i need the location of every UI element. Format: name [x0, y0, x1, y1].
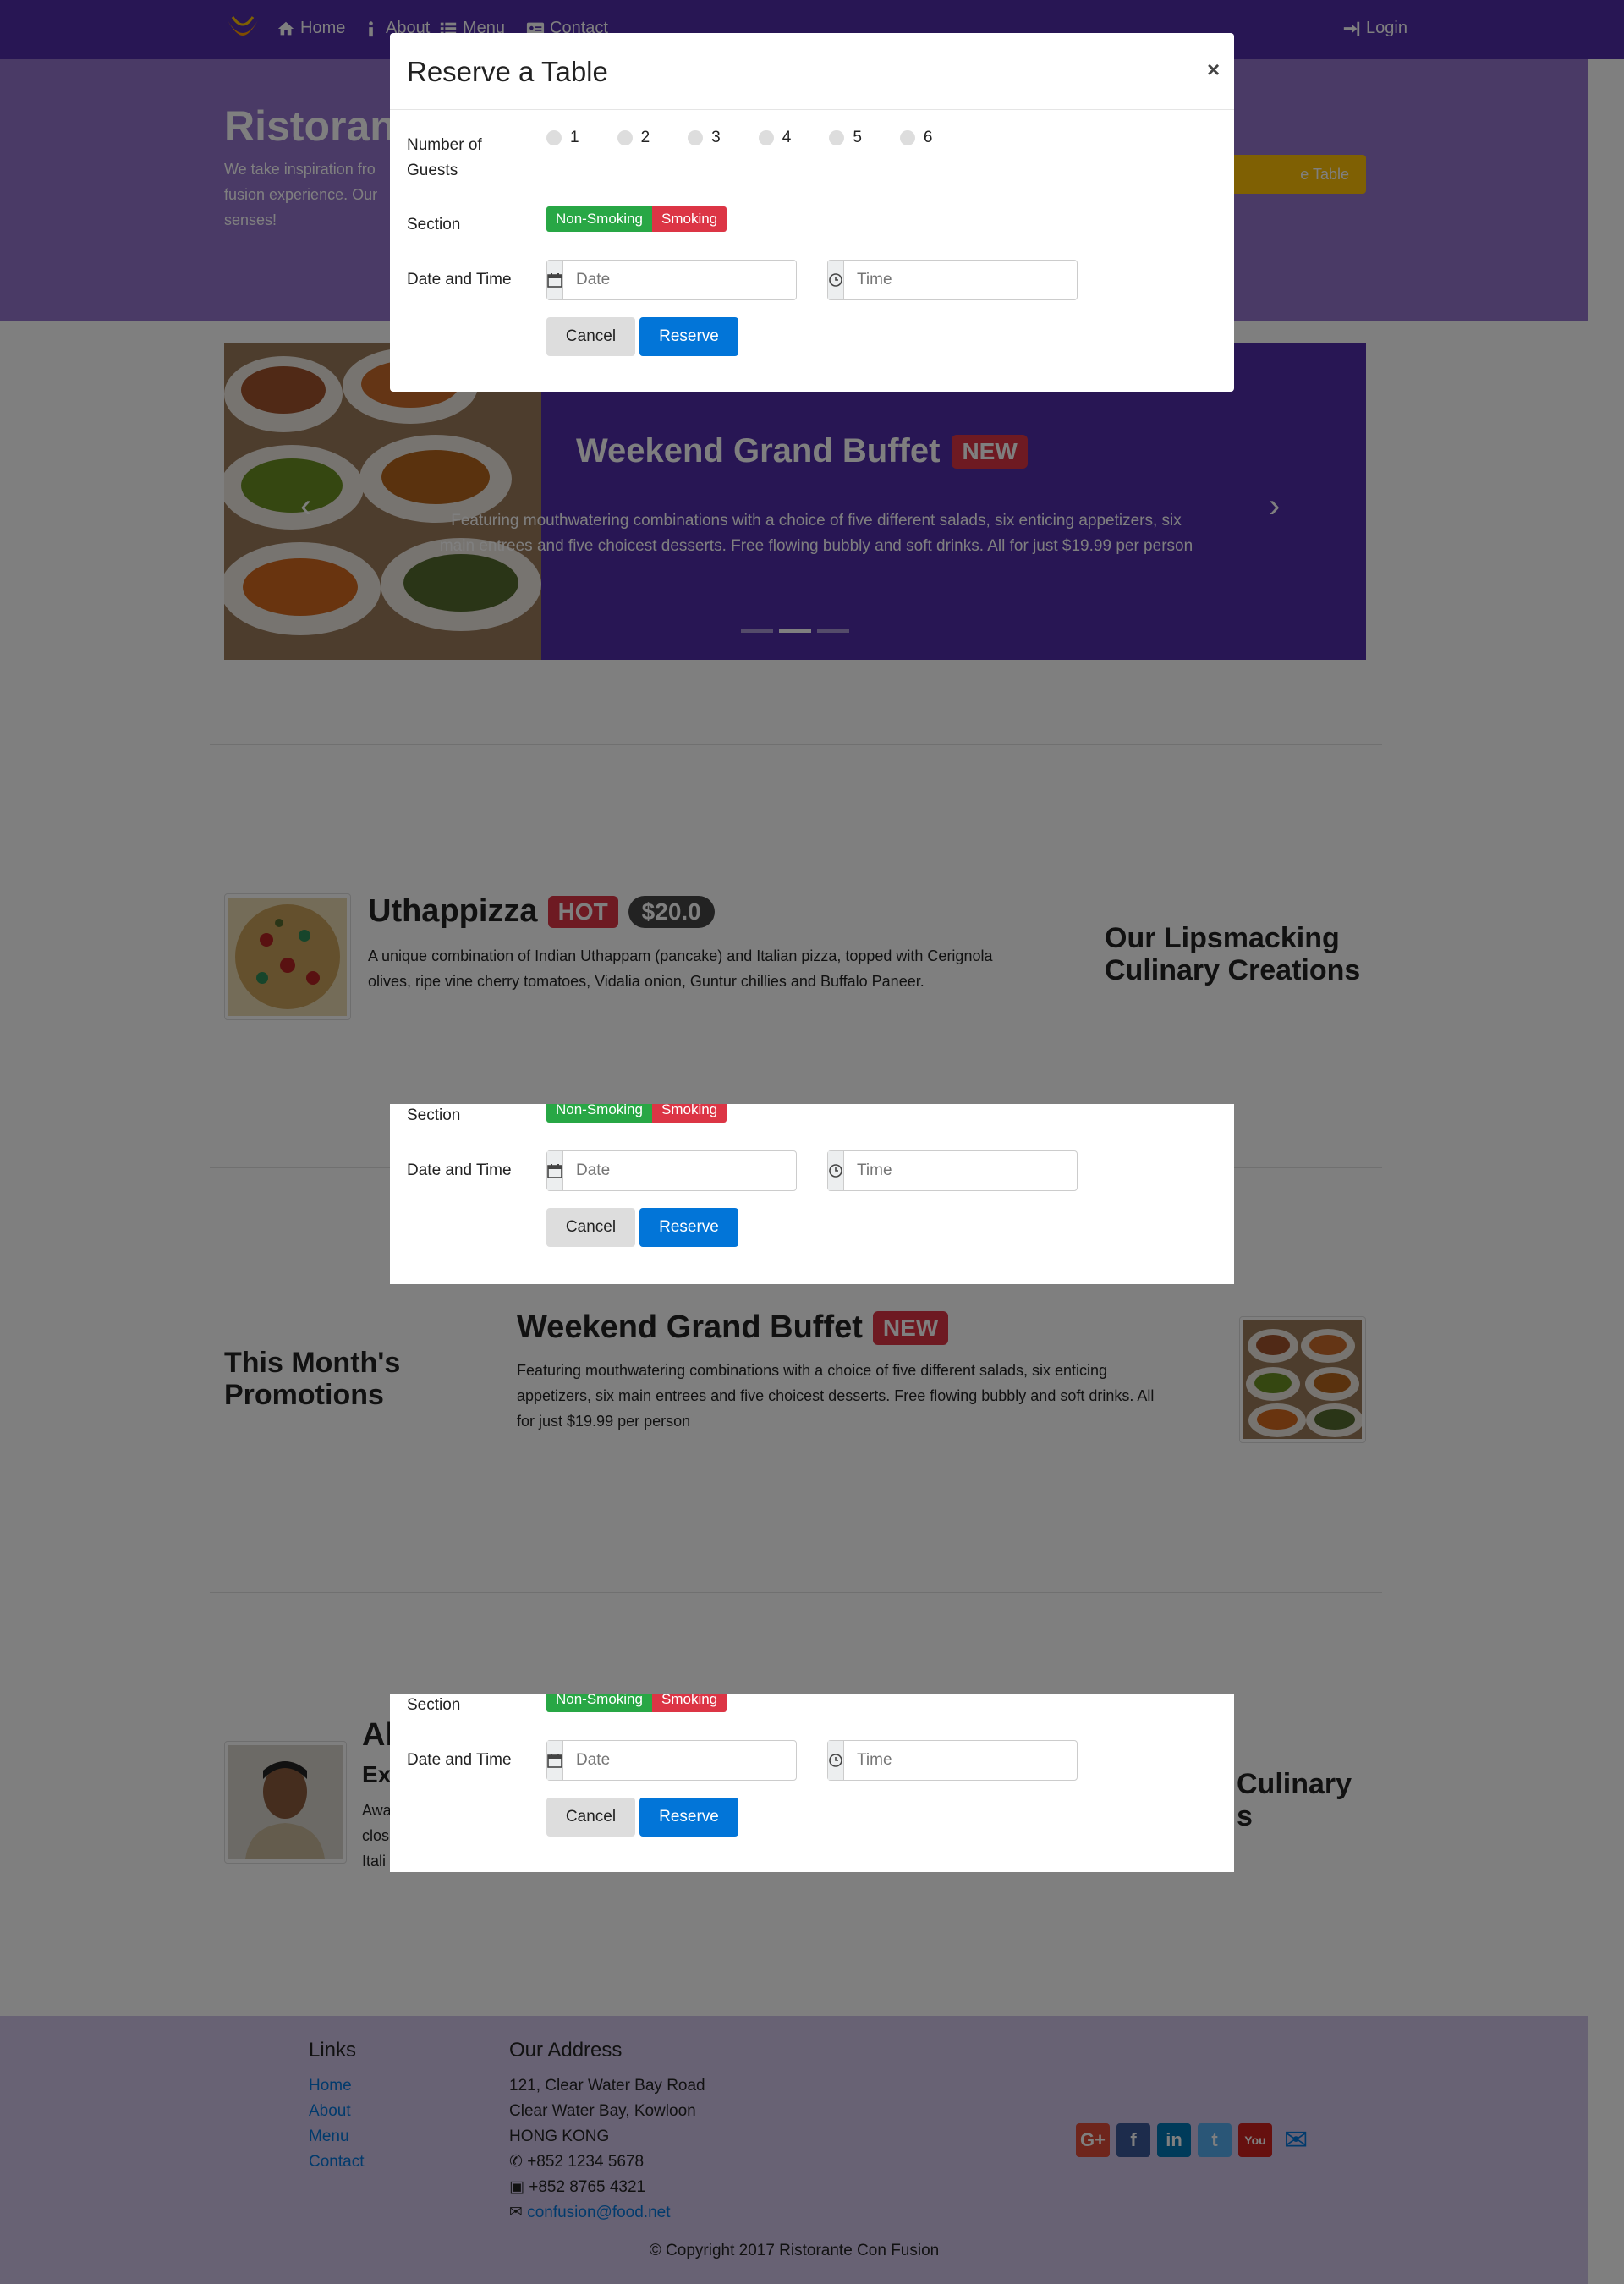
cancel-button[interactable]: Cancel	[546, 317, 635, 356]
smoking-option[interactable]: Smoking	[652, 1104, 727, 1123]
radio-button[interactable]	[688, 130, 704, 145]
guest-option-6[interactable]: 6	[899, 129, 933, 147]
date-input[interactable]	[563, 1741, 796, 1780]
guest-option-2[interactable]: 2	[617, 129, 650, 147]
reserve-button[interactable]: Reserve	[639, 1208, 738, 1247]
guest-option-label: 2	[640, 129, 650, 146]
time-input[interactable]	[844, 261, 1077, 299]
guest-option-label: 5	[853, 129, 862, 146]
clock-icon	[828, 1741, 844, 1780]
modal-title: Reserve a Table	[407, 56, 608, 87]
smoking-option[interactable]: Smoking	[652, 1694, 727, 1712]
section-label: Section	[407, 1106, 461, 1124]
radio-button[interactable]	[829, 130, 845, 145]
reserve-modal: Reserve a Table × Number of Guests 1 2 3…	[390, 33, 1234, 392]
datetime-label: Date and Time	[407, 1161, 512, 1179]
guest-option-label: 4	[782, 129, 792, 146]
section-label: Section	[407, 216, 461, 233]
guests-label: Number of Guests	[407, 133, 482, 184]
section-toggle: Non-Smoking Smoking	[546, 1104, 727, 1123]
guests-label-line: Number of	[407, 136, 482, 154]
smoking-option[interactable]: Smoking	[652, 206, 727, 232]
guest-option-label: 6	[923, 129, 933, 146]
reserve-button[interactable]: Reserve	[639, 1798, 738, 1837]
date-input-group	[546, 260, 797, 300]
modal-header-divider	[390, 109, 1234, 110]
datetime-label: Date and Time	[407, 1751, 512, 1769]
clock-icon	[828, 1151, 844, 1190]
non-smoking-option[interactable]: Non-Smoking	[546, 1694, 652, 1712]
guest-option-label: 3	[711, 129, 721, 146]
radio-button[interactable]	[758, 130, 774, 145]
guest-option-4[interactable]: 4	[758, 129, 792, 147]
guests-radio-group: 1 2 3 4 5 6	[546, 129, 932, 147]
radio-button[interactable]	[546, 130, 562, 145]
modal-fragment: Section Non-Smoking Smoking Date and Tim…	[390, 1694, 1234, 1872]
guest-option-5[interactable]: 5	[829, 129, 862, 147]
time-input-group	[827, 260, 1078, 300]
cancel-button[interactable]: Cancel	[546, 1798, 635, 1837]
date-input-group	[546, 1150, 797, 1191]
reserve-button[interactable]: Reserve	[639, 317, 738, 356]
cancel-button[interactable]: Cancel	[546, 1208, 635, 1247]
guests-label-line: Guests	[407, 162, 458, 179]
time-input-group	[827, 1740, 1078, 1781]
date-input-group	[546, 1740, 797, 1781]
section-toggle: Non-Smoking Smoking	[546, 1694, 727, 1712]
guest-option-1[interactable]: 1	[546, 129, 579, 147]
guest-option-3[interactable]: 3	[688, 129, 721, 147]
radio-button[interactable]	[617, 130, 633, 145]
calendar-icon	[547, 261, 563, 299]
section-toggle: Non-Smoking Smoking	[546, 206, 727, 232]
modal-fragment: Section Non-Smoking Smoking Date and Tim…	[390, 1104, 1234, 1284]
radio-button[interactable]	[899, 130, 915, 145]
non-smoking-option[interactable]: Non-Smoking	[546, 206, 652, 232]
time-input[interactable]	[844, 1741, 1077, 1780]
guest-option-label: 1	[570, 129, 579, 146]
clock-icon	[828, 261, 844, 299]
non-smoking-option[interactable]: Non-Smoking	[546, 1104, 652, 1123]
date-input[interactable]	[563, 1151, 796, 1190]
calendar-icon	[547, 1151, 563, 1190]
close-icon[interactable]: ×	[1207, 57, 1220, 83]
time-input[interactable]	[844, 1151, 1077, 1190]
section-label: Section	[407, 1696, 461, 1714]
calendar-icon	[547, 1741, 563, 1780]
datetime-label: Date and Time	[407, 271, 512, 288]
date-input[interactable]	[563, 261, 796, 299]
time-input-group	[827, 1150, 1078, 1191]
